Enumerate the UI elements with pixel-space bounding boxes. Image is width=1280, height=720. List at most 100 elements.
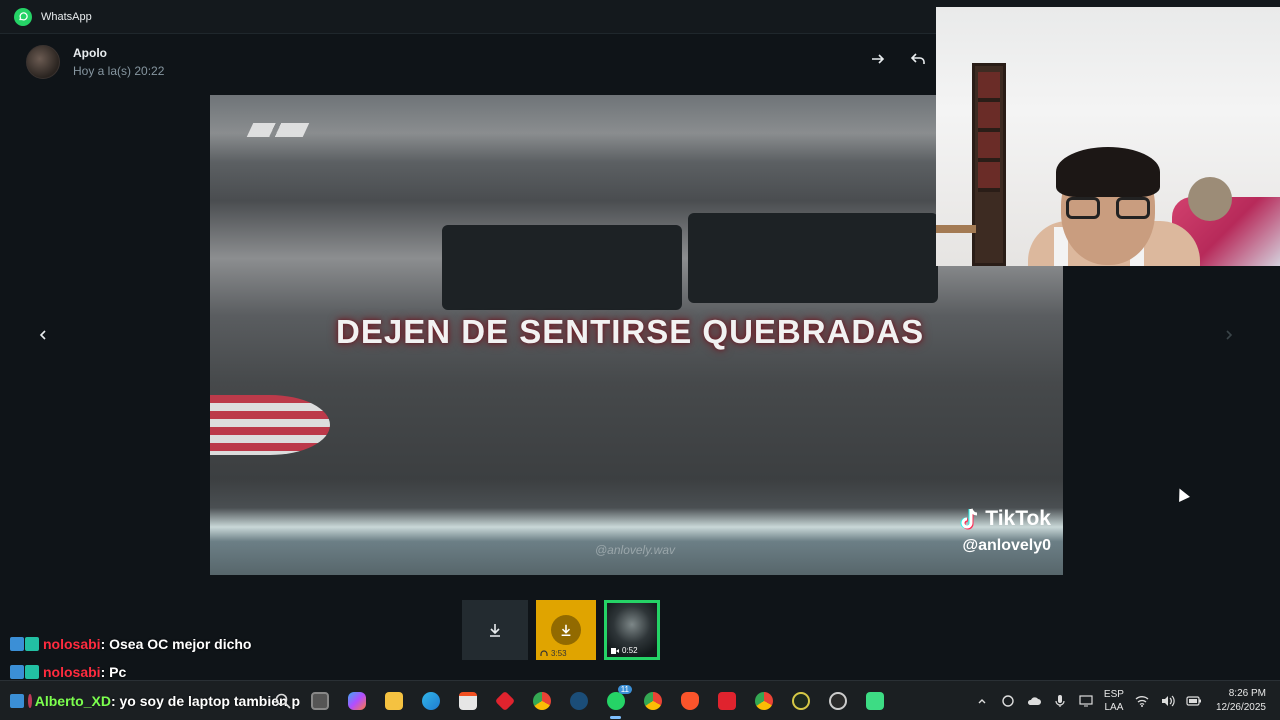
thumbnail-meta: 0:52 — [611, 646, 638, 655]
race-car-image — [688, 213, 938, 303]
sub-badge-icon — [25, 665, 39, 679]
chevron-left-icon — [39, 330, 46, 340]
edge-icon — [421, 692, 440, 710]
headphones-icon — [540, 649, 548, 656]
tray-volume[interactable] — [1160, 693, 1176, 709]
chat-badges — [10, 694, 24, 708]
prime-badge-icon — [10, 665, 24, 679]
task-view-icon — [310, 692, 329, 710]
chat-username[interactable]: Alberto_XD — [35, 693, 111, 709]
reply-button[interactable] — [905, 46, 931, 72]
obs-icon — [828, 692, 847, 710]
chat-message: nolosabi : Osea OC mejor dicho — [10, 636, 480, 652]
taskbar-search-button[interactable] — [268, 687, 297, 716]
tray-microphone[interactable] — [1052, 693, 1068, 709]
taskbar-obs[interactable] — [823, 687, 852, 716]
taskbar-steam[interactable] — [564, 687, 593, 716]
download-icon — [561, 624, 571, 637]
tray-onedrive[interactable] — [1026, 693, 1042, 709]
prime-badge-icon — [10, 694, 24, 708]
chat-username[interactable]: nolosabi — [43, 664, 101, 680]
chrome-icon — [754, 692, 773, 710]
webcam-shelf — [936, 225, 976, 233]
webcam-person-hair — [1056, 147, 1160, 197]
chat-username[interactable]: nolosabi — [43, 636, 101, 652]
app-icon — [791, 692, 810, 710]
whatsapp-notification-badge: 11 — [617, 684, 632, 694]
whatsapp-logo-icon — [14, 7, 32, 26]
previous-media-button[interactable] — [28, 320, 58, 350]
chevron-right-icon — [1226, 330, 1233, 340]
chevron-up-icon — [978, 699, 986, 704]
sync-icon — [1002, 695, 1014, 707]
tiktok-handle: @anlovely0 — [962, 537, 1051, 554]
microphone-icon — [1055, 695, 1065, 707]
taskbar-red-square-app[interactable] — [712, 687, 741, 716]
tray-wifi[interactable] — [1134, 693, 1150, 709]
thumbnail-meta: 3:53 — [540, 649, 567, 658]
tray-battery[interactable] — [1186, 693, 1202, 709]
taskbar-chrome-profile[interactable] — [527, 687, 556, 716]
taskbar-yellow-app[interactable] — [786, 687, 815, 716]
chat-message: nolosabi : Pc — [10, 664, 480, 680]
language-code: ESP — [1103, 689, 1124, 700]
next-media-button[interactable] — [1214, 320, 1244, 350]
taskbar-task-view[interactable] — [305, 687, 334, 716]
taskbar-whatsapp[interactable]: 11 — [601, 684, 632, 719]
reply-icon — [910, 53, 925, 64]
webcam-person-glasses — [1066, 197, 1150, 221]
whatsapp-icon — [606, 692, 625, 710]
tray-display[interactable] — [1078, 693, 1094, 709]
taskbar-copilot[interactable] — [342, 687, 371, 716]
contact-avatar[interactable] — [26, 45, 60, 79]
app-icon — [717, 692, 736, 710]
chrome-icon — [643, 692, 662, 710]
chrome-icon — [532, 692, 551, 710]
tray-sync[interactable] — [1000, 693, 1016, 709]
webcam-door — [972, 63, 1006, 266]
taskbar-clock[interactable]: 8:26 PM 12/26/2025 — [1216, 687, 1266, 715]
chat-text: : Osea OC mejor dicho — [100, 636, 252, 652]
taskbar-file-explorer[interactable] — [379, 687, 408, 716]
contact-name: Apolo — [73, 46, 107, 60]
track-kerb-image — [210, 395, 330, 455]
contact-info: Apolo Hoy a la(s) 20:22 — [73, 46, 164, 78]
chat-badges — [10, 637, 39, 651]
tray-overflow-button[interactable] — [974, 693, 990, 709]
copilot-icon — [347, 692, 366, 710]
mouse-cursor-icon — [1174, 486, 1190, 502]
taskbar-chrome[interactable] — [638, 687, 667, 716]
video-caption: DEJEN DE SENTIRSE QUEBRADAS — [336, 313, 925, 350]
prime-badge-icon — [10, 637, 24, 651]
thumbnail-audio[interactable]: 3:53 — [536, 600, 596, 660]
taskbar-brave[interactable] — [675, 687, 704, 716]
download-circle — [551, 615, 581, 645]
whatsapp-media-viewer: WhatsApp Apolo Hoy a la(s) 20:22 DEJEN D… — [0, 0, 1280, 720]
forward-button[interactable] — [865, 46, 891, 72]
thumbnail-video-selected[interactable]: 0:52 — [604, 600, 660, 660]
download-icon — [490, 624, 500, 637]
chat-text: : Pc — [100, 664, 127, 680]
red-diamond-icon — [494, 690, 515, 712]
f1-logo — [246, 123, 310, 137]
race-car-image — [442, 225, 682, 310]
store-icon — [458, 692, 477, 710]
wifi-icon — [1135, 696, 1149, 707]
chat-message: Alberto_XD : yo soy de laptop tambien p — [10, 693, 300, 709]
chat-badges — [10, 665, 39, 679]
cloud-icon — [1027, 697, 1041, 705]
media-thumbnail-strip: 3:53 0:52 — [462, 600, 660, 660]
keyboard-layout: LAA — [1104, 702, 1124, 713]
video-duration: 0:52 — [622, 646, 638, 655]
taskbar-green-app[interactable] — [860, 687, 889, 716]
taskbar-edge[interactable] — [416, 687, 445, 716]
taskbar-red-app[interactable] — [490, 687, 519, 716]
steam-icon — [569, 692, 588, 710]
taskbar-apps: 11 — [268, 684, 889, 719]
taskbar-store[interactable] — [453, 687, 482, 716]
chat-avatar — [28, 694, 32, 708]
battery-icon — [1186, 696, 1201, 706]
taskbar-chrome-2[interactable] — [749, 687, 778, 716]
language-indicator[interactable]: ESP LAA — [1104, 688, 1124, 714]
audio-duration: 3:53 — [551, 649, 567, 658]
